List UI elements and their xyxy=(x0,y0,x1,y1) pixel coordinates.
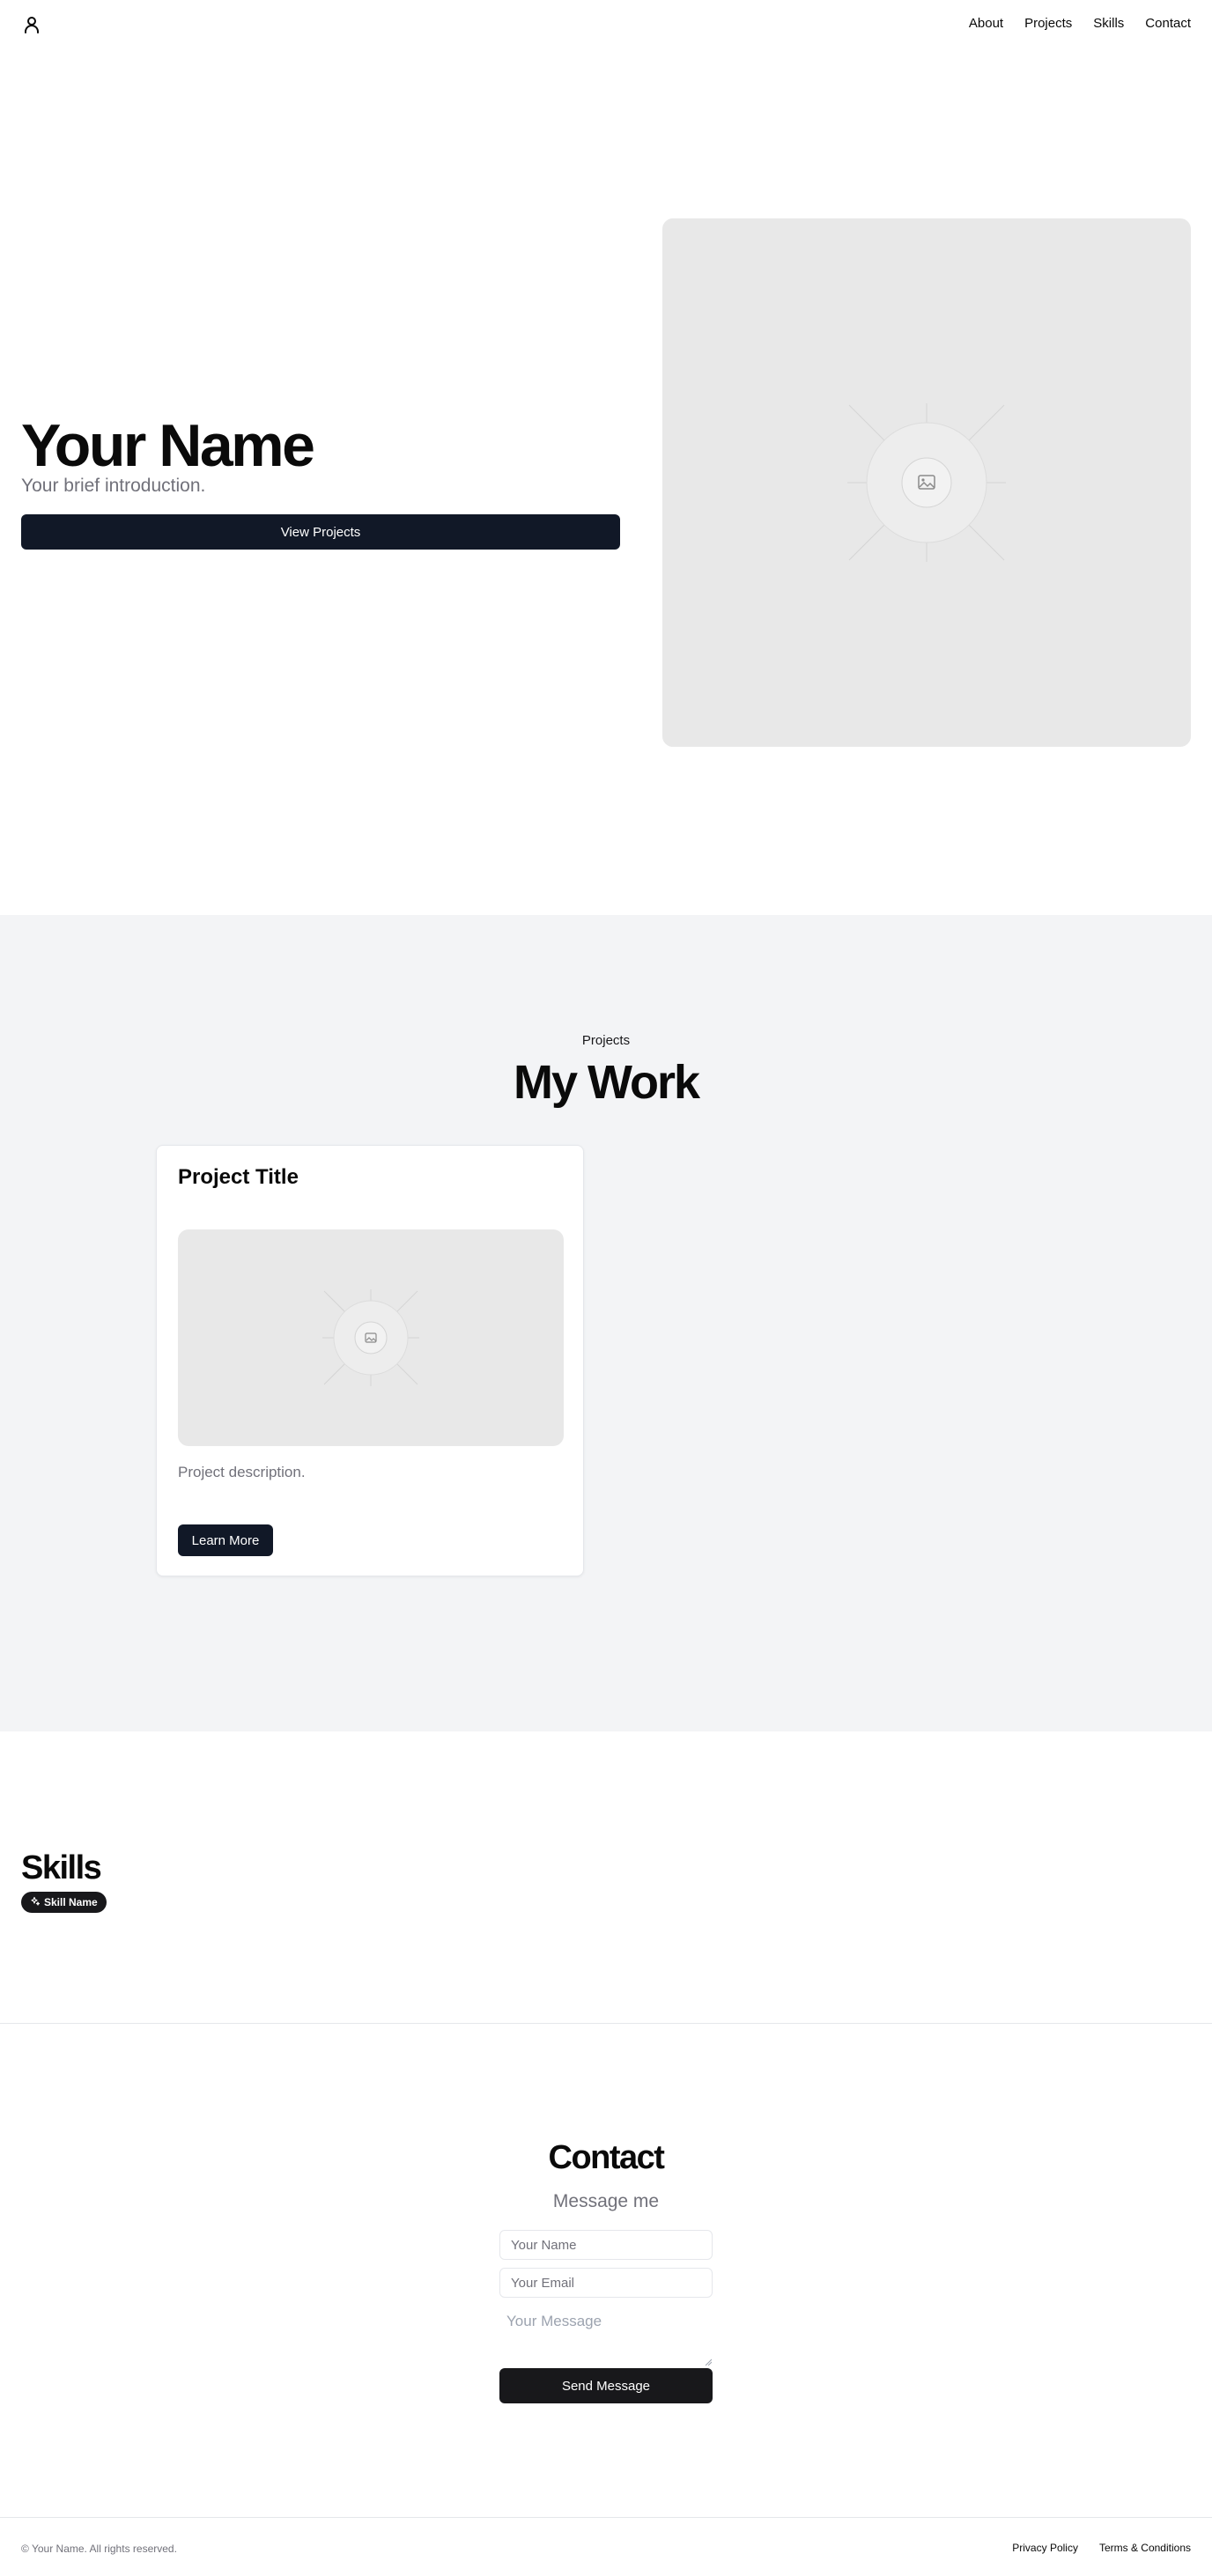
nav-link-contact[interactable]: Contact xyxy=(1145,16,1191,31)
footer-copyright: © Your Name. All rights reserved. xyxy=(21,2543,177,2555)
projects-eyebrow: Projects xyxy=(581,1033,631,1048)
project-title: Project Title xyxy=(178,1165,299,1189)
site-footer: © Your Name. All rights reserved. Privac… xyxy=(0,2517,1212,2576)
sparkles-icon xyxy=(30,1896,41,1909)
view-projects-button[interactable]: View Projects xyxy=(21,514,620,550)
learn-more-button[interactable]: Learn More xyxy=(178,1524,273,1556)
skill-badge-label: Skill Name xyxy=(44,1896,98,1908)
main-nav: About Projects Skills Contact xyxy=(969,16,1191,31)
hero-name: Your Name xyxy=(21,412,315,479)
contact-heading: Contact xyxy=(548,2139,665,2176)
skills-section: Skills Skill Name xyxy=(0,1731,1212,2024)
hero-section: Your Name Your brief introduction. View … xyxy=(0,49,1212,915)
site-header: About Projects Skills Contact xyxy=(0,0,1212,49)
hero-intro: Your brief introduction. xyxy=(21,476,206,496)
project-image-placeholder xyxy=(178,1229,564,1446)
resize-handle-icon[interactable] xyxy=(705,2354,713,2366)
footer-links: Privacy Policy Terms & Conditions xyxy=(1012,2542,1191,2554)
project-card: Project Title Project description. Learn… xyxy=(156,1145,584,1576)
nav-link-projects[interactable]: Projects xyxy=(1024,16,1072,31)
send-message-button[interactable]: Send Message xyxy=(499,2368,713,2403)
nav-link-skills[interactable]: Skills xyxy=(1093,16,1124,31)
terms-conditions-link[interactable]: Terms & Conditions xyxy=(1099,2542,1191,2554)
user-icon[interactable] xyxy=(21,14,42,35)
hero-image-placeholder xyxy=(662,218,1191,747)
skills-heading: Skills xyxy=(21,1849,102,1886)
skill-badge: Skill Name xyxy=(21,1892,107,1913)
project-description: Project description. xyxy=(178,1464,306,1480)
projects-section: Projects My Work Project Title Project d… xyxy=(0,915,1212,1731)
projects-heading: My Work xyxy=(513,1056,700,1109)
contact-subheading: Message me xyxy=(552,2191,660,2211)
name-input[interactable] xyxy=(499,2230,713,2260)
nav-link-about[interactable]: About xyxy=(969,16,1003,31)
image-placeholder-icon xyxy=(847,403,1006,562)
image-placeholder-icon xyxy=(322,1289,419,1386)
contact-section: Contact Message me Send Message xyxy=(0,2024,1212,2517)
message-textarea[interactable] xyxy=(499,2306,713,2362)
email-input[interactable] xyxy=(499,2268,713,2298)
privacy-policy-link[interactable]: Privacy Policy xyxy=(1012,2542,1078,2554)
